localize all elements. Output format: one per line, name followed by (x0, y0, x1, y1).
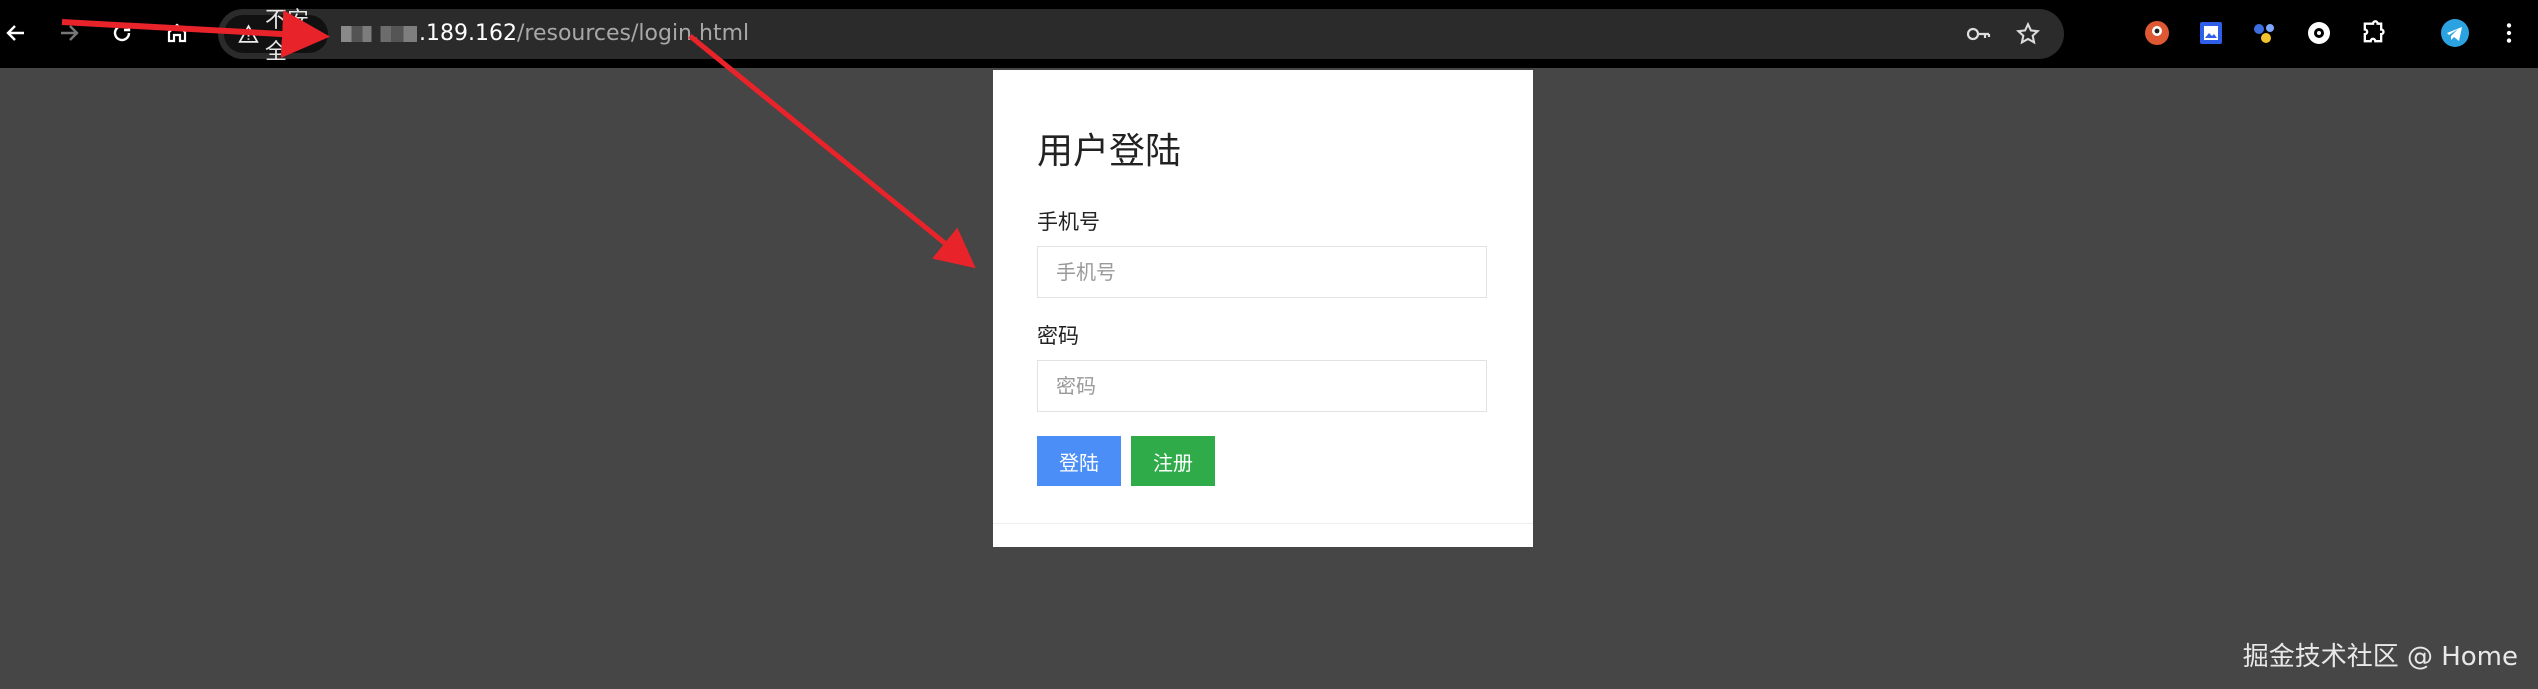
arrow-to-login-card (688, 34, 976, 269)
password-key-button[interactable] (1964, 20, 1992, 48)
back-button[interactable] (0, 14, 35, 52)
reload-icon (113, 24, 131, 42)
url-path: /resources/login.html (516, 21, 750, 46)
warning-icon (238, 24, 259, 43)
extension-duckduckgo[interactable] (2142, 18, 2172, 48)
password-label: 密码 (1037, 324, 1079, 348)
star-icon (2015, 21, 2041, 45)
home-button[interactable] (158, 14, 196, 52)
watermark: 掘金技术社区 @ Home (2242, 642, 2518, 672)
url-text[interactable]: .189.162/resources/login.html (341, 9, 749, 59)
bookmark-button[interactable] (2014, 20, 2042, 48)
phone-input[interactable] (1037, 246, 1487, 298)
security-chip-label: 不安全 (265, 8, 310, 65)
login-button[interactable]: 登陆 (1037, 436, 1121, 486)
back-icon (6, 25, 24, 41)
browser-toolbar: 不安全 .189.162/resources/login.html (0, 0, 2538, 68)
telegram-icon (2441, 19, 2469, 47)
duckduckgo-icon (2145, 21, 2169, 45)
extension-telegram[interactable] (2440, 18, 2470, 48)
login-card: 用户登陆 手机号 密码 登陆 注册 (993, 70, 1533, 547)
security-chip[interactable]: 不安全 (224, 8, 328, 65)
card-divider (993, 523, 1533, 524)
login-title: 用户登陆 (1037, 131, 1182, 172)
extension-image[interactable] (2196, 18, 2226, 48)
phone-label: 手机号 (1037, 210, 1100, 234)
key-icon (1966, 27, 1991, 41)
circle-icon (2308, 22, 2330, 44)
puzzle-icon (2363, 20, 2385, 43)
extension-share[interactable] (2250, 18, 2280, 48)
redacted-host (341, 26, 417, 42)
forward-button[interactable] (50, 14, 88, 52)
reload-button[interactable] (103, 14, 141, 52)
register-button[interactable]: 注册 (1131, 436, 1215, 486)
menu-icon (2506, 23, 2512, 43)
extension-circle[interactable] (2304, 18, 2334, 48)
password-input[interactable] (1037, 360, 1487, 412)
share-nodes-icon (2254, 24, 2274, 43)
forward-icon (61, 25, 79, 41)
browser-menu-button[interactable] (2494, 18, 2524, 48)
home-icon (167, 23, 187, 43)
extensions-button[interactable] (2358, 18, 2388, 48)
address-bar[interactable]: 不安全 .189.162/resources/login.html (218, 8, 2064, 65)
url-host: .189.162 (419, 21, 517, 46)
image-icon (2200, 22, 2222, 44)
